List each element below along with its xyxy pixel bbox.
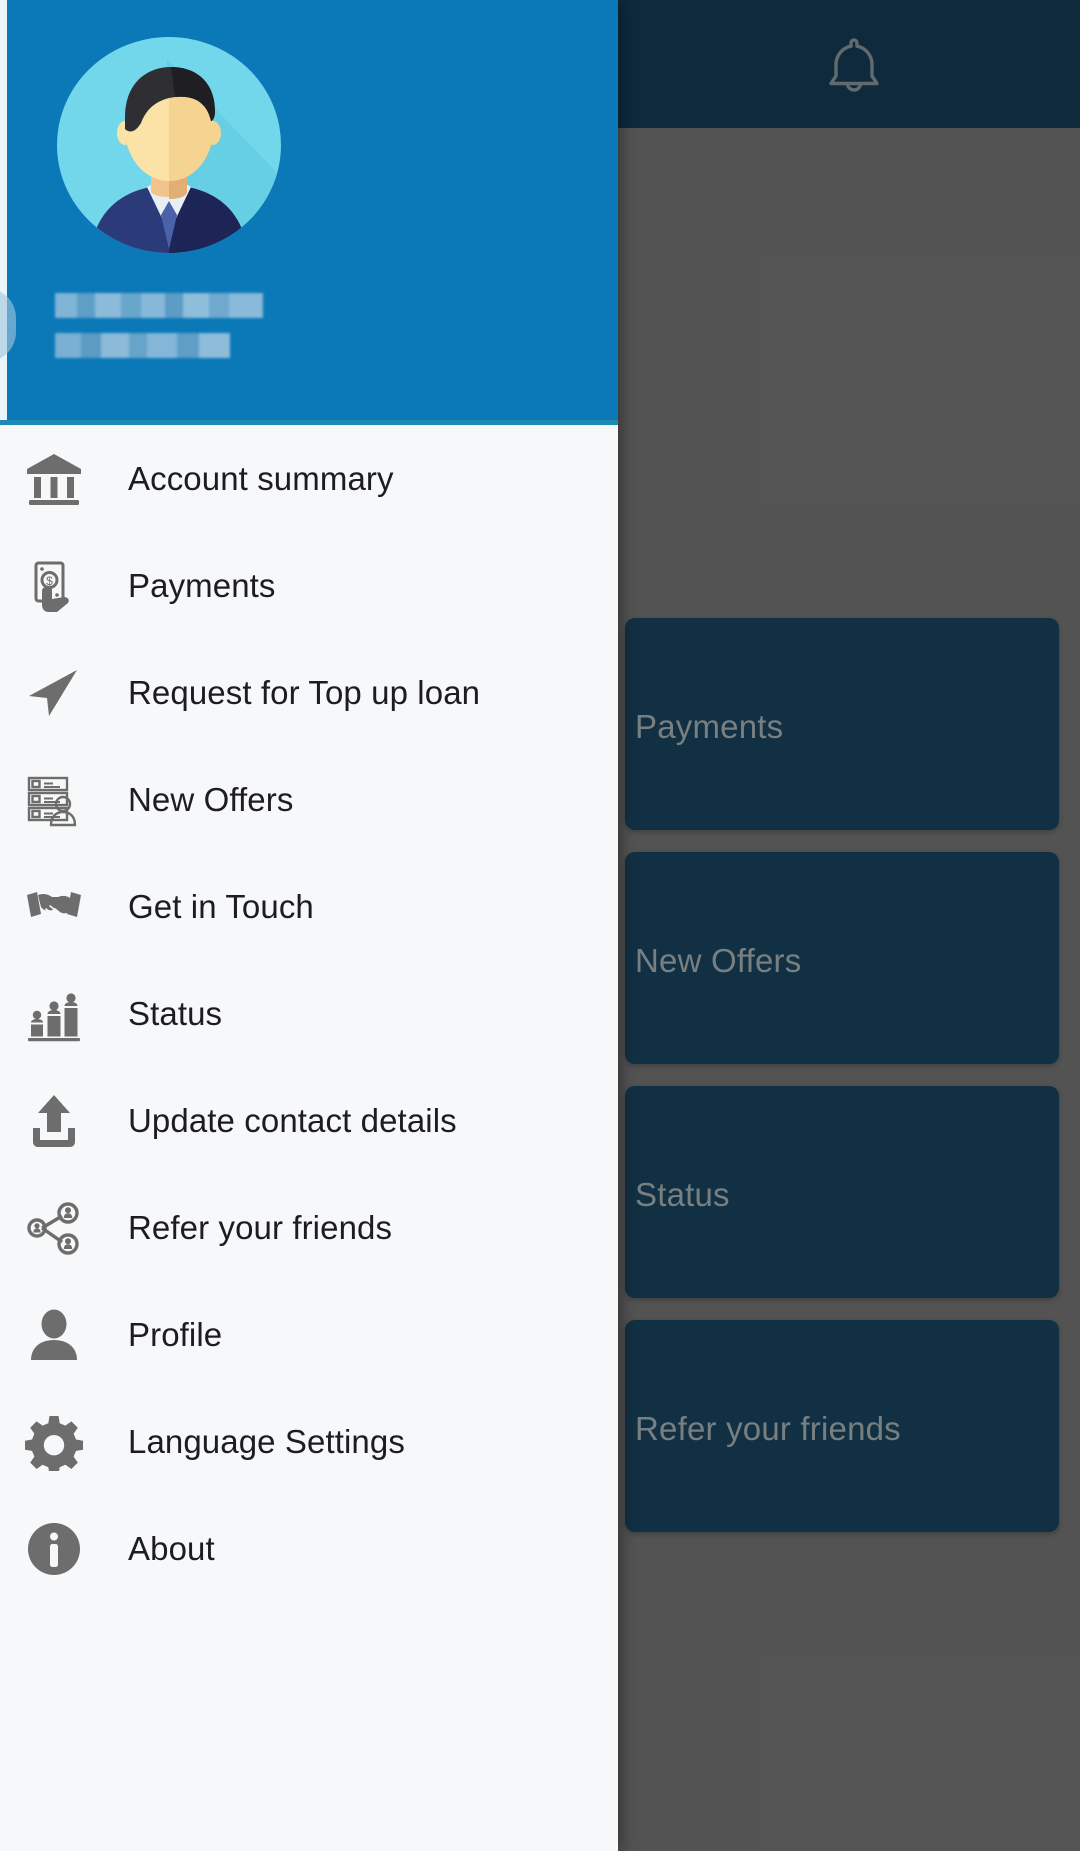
background-card-label: New Offers (635, 942, 802, 979)
handshake-icon (0, 853, 108, 960)
person-icon (0, 1281, 108, 1388)
background-card-payments[interactable]: Payments (625, 618, 1059, 830)
menu-item-payments[interactable]: $ Payments (0, 532, 618, 639)
bank-building-icon (0, 425, 108, 532)
menu-item-label: Language Settings (128, 1422, 405, 1460)
menu-item-status[interactable]: Status (0, 960, 618, 1067)
drawer-header (0, 0, 618, 425)
menu-item-label: Status (128, 994, 223, 1032)
notification-bell-button[interactable] (806, 22, 901, 112)
gear-icon (0, 1388, 108, 1495)
background-card-label: Status (635, 1176, 730, 1213)
background-card-label: Payments (635, 708, 784, 745)
share-network-icon (0, 1174, 108, 1281)
menu-item-profile[interactable]: Profile (0, 1281, 618, 1388)
info-icon (0, 1495, 108, 1602)
menu-item-label: Get in Touch (128, 887, 314, 925)
background-card-status[interactable]: Status (625, 1086, 1059, 1298)
bar-chart-people-icon (0, 960, 108, 1067)
user-name-redacted (55, 293, 263, 318)
background-card-refer-your-friends[interactable]: Refer your friends (625, 1320, 1059, 1532)
user-avatar-illustration (55, 37, 283, 271)
menu-item-account-summary[interactable]: Account summary (0, 425, 618, 532)
menu-item-label: Profile (128, 1315, 223, 1353)
background-card-label: Refer your friends (635, 1410, 901, 1447)
upload-icon (0, 1067, 108, 1174)
menu-item-refer-your-friends[interactable]: Refer your friends (0, 1174, 618, 1281)
drawer-menu-list: Account summary $ Payments Request for T… (0, 425, 618, 1602)
send-arrow-icon (0, 639, 108, 746)
app-screen: Payments New Offers Status Refer your fr… (0, 0, 1080, 1851)
menu-item-label: Account summary (128, 459, 394, 497)
menu-item-label: About (128, 1529, 215, 1567)
user-subtitle-redacted (55, 333, 230, 358)
menu-item-label: Update contact details (128, 1101, 457, 1139)
menu-item-label: Request for Top up loan (128, 673, 481, 711)
menu-item-request-for-top-up-loan[interactable]: Request for Top up loan (0, 639, 618, 746)
menu-item-label: Payments (128, 566, 276, 604)
svg-text:$: $ (46, 574, 53, 588)
bell-icon (822, 32, 886, 102)
menu-item-update-contact-details[interactable]: Update contact details (0, 1067, 618, 1174)
navigation-drawer: Account summary $ Payments Request for T… (0, 0, 618, 1851)
checklist-person-icon (0, 746, 108, 853)
menu-item-label: Refer your friends (128, 1208, 393, 1246)
menu-item-about[interactable]: About (0, 1495, 618, 1602)
menu-item-language-settings[interactable]: Language Settings (0, 1388, 618, 1495)
hand-money-icon: $ (0, 532, 108, 639)
menu-item-label: New Offers (128, 780, 294, 818)
menu-item-new-offers[interactable]: New Offers (0, 746, 618, 853)
back-chevron-icon[interactable] (0, 288, 16, 362)
drawer-left-edge-strip (0, 0, 7, 425)
background-card-new-offers[interactable]: New Offers (625, 852, 1059, 1064)
menu-item-get-in-touch[interactable]: Get in Touch (0, 853, 618, 960)
